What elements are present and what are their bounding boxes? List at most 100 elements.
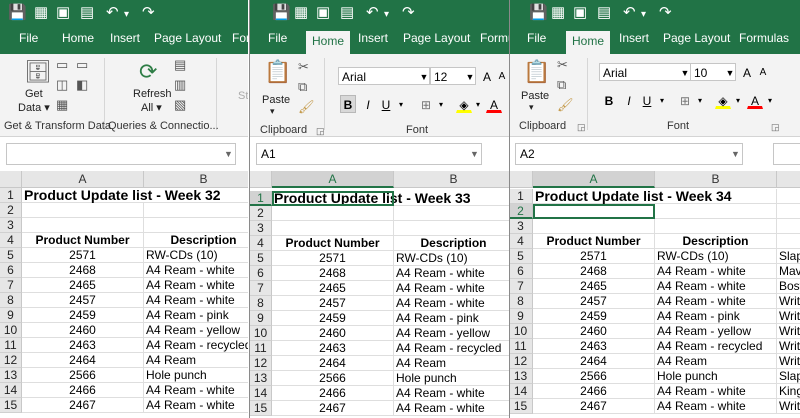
cut-icon[interactable]: ✂: [557, 58, 568, 72]
product-number-cell[interactable]: 2467: [272, 401, 394, 416]
product-number-cell[interactable]: 2566: [272, 371, 394, 386]
worksheet-grid[interactable]: A B 1 Product Update list - Week 34 2 3 4 Produ…: [509, 171, 800, 418]
italic-icon[interactable]: I: [360, 95, 376, 113]
row-header-11[interactable]: 11: [0, 338, 22, 353]
tab-page-layout[interactable]: Page Layout: [154, 28, 221, 54]
row-header-7[interactable]: 7: [509, 279, 533, 294]
sheet-title[interactable]: Product Update list - Week 32: [22, 188, 221, 203]
row-header-5[interactable]: 5: [250, 251, 272, 266]
description-cell[interactable]: A4 Ream - recycled: [394, 341, 509, 356]
sheet-title[interactable]: Product Update list - Week 33: [272, 191, 471, 206]
select-all-corner[interactable]: [0, 171, 22, 188]
row-header-4[interactable]: 4: [0, 233, 22, 248]
cell-c3[interactable]: [777, 219, 800, 234]
column-header-b[interactable]: B: [655, 171, 777, 188]
cut-icon[interactable]: ✂: [298, 60, 309, 74]
fill-color-dropdown-icon[interactable]: ▾: [470, 95, 486, 113]
cell-b3[interactable]: [394, 221, 509, 236]
description-cell[interactable]: A4 Ream - pink: [144, 308, 248, 323]
product-number-cell[interactable]: 2463: [533, 339, 655, 354]
row-header-13[interactable]: 13: [250, 371, 272, 386]
row-header-14[interactable]: 14: [0, 383, 22, 398]
column-c-cell[interactable]: Writ: [777, 399, 800, 414]
row-header-6[interactable]: 6: [250, 266, 272, 281]
tab-formu[interactable]: Formu: [232, 28, 248, 54]
select-all-corner[interactable]: [250, 171, 272, 188]
product-number-cell[interactable]: 2465: [22, 278, 144, 293]
row-header-12[interactable]: 12: [250, 356, 272, 371]
row-header-15[interactable]: 15: [0, 398, 22, 413]
redo-icon[interactable]: ↷: [659, 4, 672, 22]
product-number-cell[interactable]: 2464: [272, 356, 394, 371]
undo-icon[interactable]: ↶: [366, 4, 379, 22]
from-text-icon[interactable]: ▭: [56, 58, 68, 72]
cell-c4[interactable]: [777, 234, 800, 249]
column-c-cell[interactable]: Writ: [777, 309, 800, 324]
row-header-15[interactable]: 15: [509, 399, 533, 414]
row-header-5[interactable]: 5: [509, 249, 533, 264]
stocks-button-partial[interactable]: St: [238, 90, 248, 102]
product-number-cell[interactable]: 2466: [22, 383, 144, 398]
get-data-dropdown[interactable]: Data ▾: [18, 101, 50, 114]
tab-file[interactable]: File: [268, 28, 287, 54]
product-number-cell[interactable]: 2460: [533, 324, 655, 339]
borders-icon[interactable]: ⊞: [418, 95, 434, 113]
refresh-all-dropdown[interactable]: All ▾: [141, 101, 162, 114]
description-cell[interactable]: A4 Ream - white: [394, 266, 509, 281]
product-number-cell[interactable]: 2460: [22, 323, 144, 338]
font-color-dropdown-icon[interactable]: ▾: [762, 91, 778, 109]
select-all-corner[interactable]: [509, 171, 533, 188]
row-header-8[interactable]: 8: [0, 293, 22, 308]
increase-font-size-icon[interactable]: A: [739, 63, 755, 81]
italic-icon[interactable]: I: [621, 91, 637, 109]
underline-dropdown-icon[interactable]: ▾: [393, 95, 409, 113]
paste-button[interactable]: Paste: [521, 90, 549, 102]
recent-sources-icon[interactable]: ▭: [76, 58, 88, 72]
description-cell[interactable]: A4 Ream - recycled: [655, 339, 777, 354]
name-box[interactable]: [6, 143, 236, 165]
worksheet-grid[interactable]: A B 1 Product Update list - Week 33 2 3 4 Produ…: [250, 171, 509, 418]
description-cell[interactable]: A4 Ream - white: [655, 384, 777, 399]
tab-home[interactable]: Home: [306, 31, 351, 54]
column-c-cell[interactable]: Writ: [777, 354, 800, 369]
edit-links-icon[interactable]: ▧: [174, 98, 186, 112]
product-number-cell[interactable]: 2463: [22, 338, 144, 353]
form-icon[interactable]: ▦: [34, 4, 48, 22]
column-c-cell[interactable]: Bost: [777, 279, 800, 294]
description-cell[interactable]: A4 Ream - pink: [655, 309, 777, 324]
row-header-14[interactable]: 14: [250, 386, 272, 401]
customize-icon[interactable]: ▤: [340, 4, 354, 22]
product-number-cell[interactable]: 2457: [533, 294, 655, 309]
column-header-a[interactable]: A: [272, 171, 394, 188]
row-header-3[interactable]: 3: [0, 218, 22, 233]
product-number-cell[interactable]: 2464: [533, 354, 655, 369]
description-cell[interactable]: Hole punch: [394, 371, 509, 386]
undo-icon[interactable]: ↶: [106, 4, 119, 22]
product-number-cell[interactable]: 2459: [22, 308, 144, 323]
description-cell[interactable]: A4 Ream: [655, 354, 777, 369]
row-header-9[interactable]: 9: [250, 311, 272, 326]
tab-page-layout[interactable]: Page Layout: [663, 28, 730, 54]
description-cell[interactable]: RW-CDs (10): [655, 249, 777, 264]
undo-icon[interactable]: ↶: [623, 4, 636, 22]
tab-home[interactable]: Home: [566, 31, 611, 54]
product-number-cell[interactable]: 2468: [533, 264, 655, 279]
row-header-2[interactable]: 2: [0, 203, 22, 218]
tab-insert[interactable]: Insert: [110, 28, 140, 54]
description-cell[interactable]: A4 Ream - yellow: [655, 324, 777, 339]
borders-dropdown-icon[interactable]: ▾: [692, 91, 708, 109]
product-number-cell[interactable]: 2465: [533, 279, 655, 294]
row-header-1[interactable]: 1: [509, 189, 533, 204]
cell-a2[interactable]: [272, 206, 394, 221]
paste-dropdown[interactable]: ▾: [529, 102, 534, 113]
cell-b2[interactable]: [394, 206, 509, 221]
product-number-cell[interactable]: 2571: [533, 249, 655, 264]
camera-icon[interactable]: ▣: [316, 4, 330, 22]
product-number-cell[interactable]: 2571: [272, 251, 394, 266]
cell-c1[interactable]: [777, 189, 800, 204]
paste-button[interactable]: Paste: [262, 94, 290, 106]
description-cell[interactable]: A4 Ream - white: [394, 281, 509, 296]
existing-connections-icon[interactable]: ◧: [76, 78, 88, 92]
row-header-7[interactable]: 7: [0, 278, 22, 293]
product-number-cell[interactable]: 2571: [22, 248, 144, 263]
